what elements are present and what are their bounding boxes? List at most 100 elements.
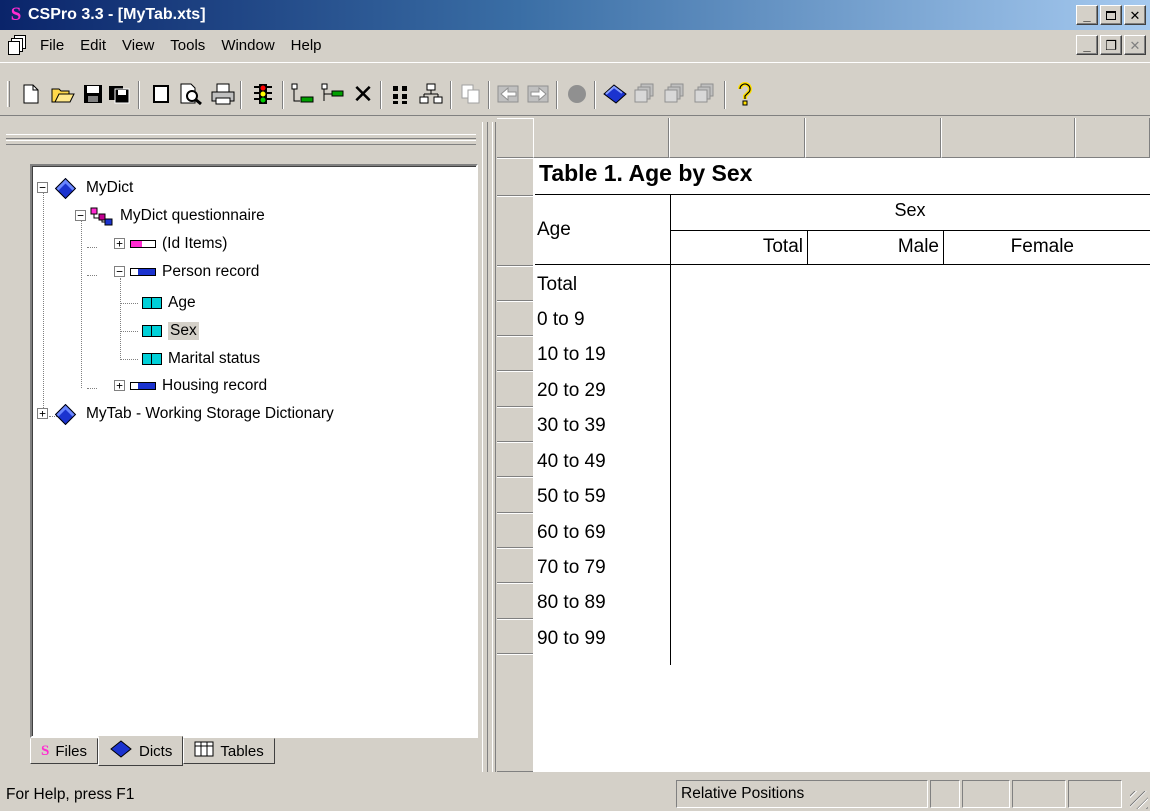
stub-row: 20 to 29 — [537, 380, 606, 401]
hierarchy-icon[interactable] — [418, 81, 444, 107]
tree-label: Marital status — [168, 350, 261, 367]
row-header[interactable] — [497, 442, 533, 477]
tab-dicts[interactable]: Dicts — [98, 736, 184, 766]
tree-item-working-storage[interactable]: MyTab - Working Storage Dictionary — [54, 400, 334, 428]
column-header[interactable] — [805, 118, 941, 158]
item-icon — [142, 325, 162, 337]
menu-window[interactable]: Window — [213, 37, 282, 54]
row-header[interactable] — [497, 583, 533, 619]
add-variable-icon[interactable] — [290, 81, 316, 107]
expand-housing-record-toggle[interactable]: + — [114, 380, 125, 391]
row-header[interactable] — [497, 407, 533, 442]
help-icon[interactable] — [732, 81, 758, 107]
stack3-icon[interactable] — [692, 81, 718, 107]
row-header[interactable] — [497, 371, 533, 407]
menu-edit[interactable]: Edit — [72, 37, 114, 54]
status-panel — [962, 780, 1010, 808]
print-icon[interactable] — [210, 81, 236, 107]
column-header[interactable] — [941, 118, 1075, 158]
row-header[interactable] — [497, 619, 533, 654]
doc-minimize-button[interactable]: _ — [1076, 35, 1098, 55]
stub-row: 10 to 19 — [537, 344, 606, 365]
back-icon[interactable] — [496, 81, 522, 107]
doc-restore-button[interactable]: ❐ — [1100, 35, 1122, 55]
tree-item-id-items[interactable]: (Id Items) — [130, 230, 227, 258]
row-header[interactable] — [497, 548, 533, 583]
left-pane: − MyDict − MyDict questionnaire + (Id It… — [4, 122, 482, 772]
tab-tables[interactable]: Tables — [183, 738, 275, 764]
stack2-icon[interactable] — [662, 81, 688, 107]
files-icon: S — [41, 742, 50, 759]
stack-icon[interactable] — [632, 81, 658, 107]
expand-working-storage-toggle[interactable]: + — [37, 408, 48, 419]
resize-grip[interactable] — [1130, 791, 1148, 809]
traffic-light-icon[interactable] — [250, 81, 276, 107]
tree-label: (Id Items) — [162, 235, 228, 252]
dictionary-icon[interactable] — [602, 81, 628, 107]
tree-item-marital-status[interactable]: Marital status — [142, 345, 260, 373]
row-header[interactable] — [497, 654, 533, 772]
menu-file[interactable]: File — [32, 37, 72, 54]
print-preview-icon[interactable] — [178, 81, 204, 107]
minimize-button[interactable]: _ — [1076, 5, 1098, 25]
status-mode-panel: Relative Positions — [676, 780, 928, 808]
left-pane-grip-line — [6, 140, 476, 145]
grid-icon[interactable] — [388, 81, 414, 107]
cspro-app-icon[interactable]: S — [6, 4, 26, 25]
tree-item-person-record[interactable]: Person record — [130, 258, 259, 286]
column-header[interactable] — [1075, 118, 1150, 158]
tree-item-questionnaire[interactable]: MyDict questionnaire — [90, 202, 265, 230]
menu-tools[interactable]: Tools — [162, 37, 213, 54]
blank-page-icon[interactable] — [148, 81, 174, 107]
doc-close-button[interactable]: ✕ — [1124, 35, 1146, 55]
tree-item-mydict[interactable]: MyDict — [54, 174, 133, 202]
close-button[interactable]: ✕ — [1124, 5, 1146, 25]
stub-row: 40 to 49 — [537, 451, 606, 472]
corner-cell[interactable] — [497, 118, 533, 158]
collapse-questionnaire-toggle[interactable]: − — [75, 210, 86, 221]
copy-icon[interactable] — [458, 81, 484, 107]
expand-id-items-toggle[interactable]: + — [114, 238, 125, 249]
column-header[interactable] — [533, 118, 669, 158]
tree-item-housing-record[interactable]: Housing record — [130, 372, 267, 400]
row-header[interactable] — [497, 301, 533, 336]
stop-icon[interactable] — [564, 81, 590, 107]
dictionary-tree[interactable]: − MyDict − MyDict questionnaire + (Id It… — [30, 164, 478, 738]
table-view[interactable]: Table 1. Age by Sex Age Sex Total Male F… — [497, 118, 1150, 772]
forward-icon[interactable] — [526, 81, 552, 107]
column-header[interactable] — [669, 118, 805, 158]
row-header[interactable] — [497, 196, 533, 266]
delete-icon[interactable]: ✕ — [350, 81, 376, 107]
new-file-icon[interactable] — [18, 81, 44, 107]
stub-header: Age — [537, 219, 571, 240]
item-icon — [142, 353, 162, 365]
row-header[interactable] — [497, 266, 533, 301]
row-header[interactable] — [497, 477, 533, 513]
maximize-button[interactable] — [1100, 5, 1122, 25]
collapse-mydict-toggle[interactable]: − — [37, 182, 48, 193]
stub-row: 70 to 79 — [537, 557, 606, 578]
tree-item-sex[interactable]: Sex — [142, 317, 199, 345]
left-pane-grip[interactable] — [6, 134, 476, 139]
tree-item-age[interactable]: Age — [142, 289, 196, 317]
save-all-icon[interactable] — [106, 81, 132, 107]
status-panel — [1068, 780, 1122, 808]
pane-splitter[interactable] — [482, 122, 496, 772]
row-header[interactable] — [497, 336, 533, 371]
toolbar-grip[interactable] — [7, 81, 10, 107]
dictionary-icon — [54, 403, 80, 426]
open-folder-icon[interactable] — [50, 81, 76, 107]
menu-view[interactable]: View — [114, 37, 162, 54]
window-title: CSPro 3.3 - [MyTab.xts] — [28, 6, 206, 23]
row-header[interactable] — [497, 158, 533, 196]
tree-label: Housing record — [162, 377, 268, 394]
document-system-menu-icon[interactable] — [8, 35, 28, 55]
tab-files[interactable]: S Files — [30, 738, 99, 764]
tree-insert-icon[interactable] — [320, 81, 346, 107]
menu-help[interactable]: Help — [283, 37, 330, 54]
row-header[interactable] — [497, 513, 533, 548]
tab-label: Files — [55, 742, 88, 760]
save-icon[interactable] — [80, 81, 106, 107]
status-bar: For Help, press F1 Relative Positions — [0, 778, 1150, 811]
collapse-person-record-toggle[interactable]: − — [114, 266, 125, 277]
